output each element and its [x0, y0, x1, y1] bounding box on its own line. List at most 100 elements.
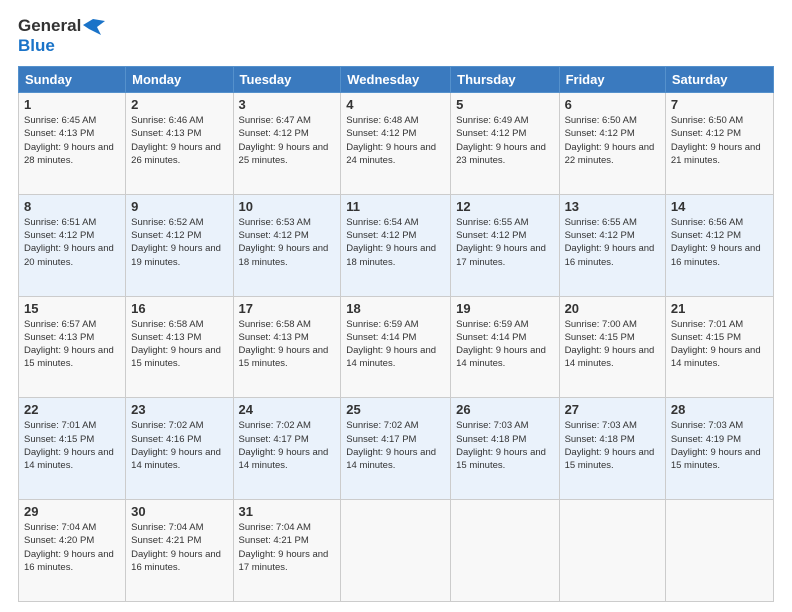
day-number: 31: [239, 504, 336, 519]
calendar-cell: 20 Sunrise: 7:00 AMSunset: 4:15 PMDayligh…: [559, 296, 665, 398]
cell-info: Sunrise: 6:57 AMSunset: 4:13 PMDaylight:…: [24, 318, 120, 371]
calendar-cell: 27 Sunrise: 7:03 AMSunset: 4:18 PMDayligh…: [559, 398, 665, 500]
week-row-4: 22Sunrise: 7:01 AMSunset: 4:15 PMDayligh…: [19, 398, 774, 500]
day-number: 9: [131, 199, 227, 214]
day-number: 11: [346, 199, 445, 214]
cell-info: Sunrise: 7:03 AMSunset: 4:19 PMDaylight:…: [671, 419, 768, 472]
day-number: 6: [565, 97, 660, 112]
day-number: 8: [24, 199, 120, 214]
cell-info: Sunrise: 6:49 AMSunset: 4:12 PMDaylight:…: [456, 114, 553, 167]
cell-info: Sunrise: 7:02 AMSunset: 4:16 PMDaylight:…: [131, 419, 227, 472]
day-number: 23: [131, 402, 227, 417]
cell-info: Sunrise: 7:04 AMSunset: 4:21 PMDaylight:…: [239, 521, 336, 574]
cell-info: Sunrise: 7:03 AMSunset: 4:18 PMDaylight:…: [565, 419, 660, 472]
day-number: 19: [456, 301, 553, 316]
cell-info: Sunrise: 7:00 AMSunset: 4:15 PMDaylight:…: [565, 318, 660, 371]
calendar-cell: [451, 500, 559, 602]
cell-info: Sunrise: 6:59 AMSunset: 4:14 PMDaylight:…: [346, 318, 445, 371]
weekday-sunday: Sunday: [19, 67, 126, 93]
logo: General Blue: [18, 16, 105, 56]
calendar-cell: 8 Sunrise: 6:51 AMSunset: 4:12 PMDaylight…: [19, 194, 126, 296]
cell-info: Sunrise: 6:50 AMSunset: 4:12 PMDaylight:…: [671, 114, 768, 167]
cell-info: Sunrise: 6:59 AMSunset: 4:14 PMDaylight:…: [456, 318, 553, 371]
cell-info: Sunrise: 7:02 AMSunset: 4:17 PMDaylight:…: [239, 419, 336, 472]
cell-info: Sunrise: 6:51 AMSunset: 4:12 PMDaylight:…: [24, 216, 120, 269]
cell-info: Sunrise: 6:55 AMSunset: 4:12 PMDaylight:…: [456, 216, 553, 269]
calendar-cell: 23 Sunrise: 7:02 AMSunset: 4:16 PMDayligh…: [126, 398, 233, 500]
day-number: 24: [239, 402, 336, 417]
day-number: 4: [346, 97, 445, 112]
cell-info: Sunrise: 6:47 AMSunset: 4:12 PMDaylight:…: [239, 114, 336, 167]
day-number: 15: [24, 301, 120, 316]
calendar-cell: 15 Sunrise: 6:57 AMSunset: 4:13 PMDayligh…: [19, 296, 126, 398]
week-row-1: 1 Sunrise: 6:45 AMSunset: 4:13 PMDaylight…: [19, 93, 774, 195]
day-number: 20: [565, 301, 660, 316]
calendar-cell: 11 Sunrise: 6:54 AMSunset: 4:12 PMDayligh…: [341, 194, 451, 296]
week-row-3: 15 Sunrise: 6:57 AMSunset: 4:13 PMDayligh…: [19, 296, 774, 398]
cell-info: Sunrise: 6:56 AMSunset: 4:12 PMDaylight:…: [671, 216, 768, 269]
cell-info: Sunrise: 6:45 AMSunset: 4:13 PMDaylight:…: [24, 114, 120, 167]
weekday-tuesday: Tuesday: [233, 67, 341, 93]
calendar-cell: 25 Sunrise: 7:02 AMSunset: 4:17 PMDayligh…: [341, 398, 451, 500]
calendar-cell: 7Sunrise: 6:50 AMSunset: 4:12 PMDaylight…: [665, 93, 773, 195]
day-number: 27: [565, 402, 660, 417]
calendar-cell: 19 Sunrise: 6:59 AMSunset: 4:14 PMDayligh…: [451, 296, 559, 398]
calendar-table: SundayMondayTuesdayWednesdayThursdayFrid…: [18, 66, 774, 602]
day-number: 1: [24, 97, 120, 112]
weekday-friday: Friday: [559, 67, 665, 93]
weekday-header-row: SundayMondayTuesdayWednesdayThursdayFrid…: [19, 67, 774, 93]
cell-info: Sunrise: 7:04 AMSunset: 4:21 PMDaylight:…: [131, 521, 227, 574]
calendar-cell: 31 Sunrise: 7:04 AMSunset: 4:21 PMDayligh…: [233, 500, 341, 602]
calendar-cell: 26 Sunrise: 7:03 AMSunset: 4:18 PMDayligh…: [451, 398, 559, 500]
calendar-cell: 1 Sunrise: 6:45 AMSunset: 4:13 PMDaylight…: [19, 93, 126, 195]
calendar-cell: 3 Sunrise: 6:47 AMSunset: 4:12 PMDaylight…: [233, 93, 341, 195]
day-number: 3: [239, 97, 336, 112]
calendar-cell: 21Sunrise: 7:01 AMSunset: 4:15 PMDayligh…: [665, 296, 773, 398]
day-number: 13: [565, 199, 660, 214]
day-number: 29: [24, 504, 120, 519]
calendar-cell: [665, 500, 773, 602]
day-number: 22: [24, 402, 120, 417]
day-number: 21: [671, 301, 768, 316]
day-number: 5: [456, 97, 553, 112]
calendar-cell: 22Sunrise: 7:01 AMSunset: 4:15 PMDayligh…: [19, 398, 126, 500]
calendar-cell: 13 Sunrise: 6:55 AMSunset: 4:12 PMDayligh…: [559, 194, 665, 296]
day-number: 2: [131, 97, 227, 112]
cell-info: Sunrise: 6:58 AMSunset: 4:13 PMDaylight:…: [239, 318, 336, 371]
day-number: 10: [239, 199, 336, 214]
day-number: 17: [239, 301, 336, 316]
logo-bird-icon: [83, 17, 105, 35]
calendar-cell: 12 Sunrise: 6:55 AMSunset: 4:12 PMDayligh…: [451, 194, 559, 296]
header: General Blue: [18, 16, 774, 56]
calendar-cell: 30 Sunrise: 7:04 AMSunset: 4:21 PMDayligh…: [126, 500, 233, 602]
cell-info: Sunrise: 6:55 AMSunset: 4:12 PMDaylight:…: [565, 216, 660, 269]
day-number: 25: [346, 402, 445, 417]
calendar-cell: 2 Sunrise: 6:46 AMSunset: 4:13 PMDaylight…: [126, 93, 233, 195]
week-row-2: 8 Sunrise: 6:51 AMSunset: 4:12 PMDaylight…: [19, 194, 774, 296]
calendar-cell: 28 Sunrise: 7:03 AMSunset: 4:19 PMDayligh…: [665, 398, 773, 500]
calendar-cell: 10Sunrise: 6:53 AMSunset: 4:12 PMDayligh…: [233, 194, 341, 296]
day-number: 26: [456, 402, 553, 417]
day-number: 28: [671, 402, 768, 417]
calendar-cell: [559, 500, 665, 602]
calendar-cell: 4Sunrise: 6:48 AMSunset: 4:12 PMDaylight…: [341, 93, 451, 195]
calendar-cell: 18 Sunrise: 6:59 AMSunset: 4:14 PMDayligh…: [341, 296, 451, 398]
cell-info: Sunrise: 6:46 AMSunset: 4:13 PMDaylight:…: [131, 114, 227, 167]
day-number: 16: [131, 301, 227, 316]
page: General Blue SundayMondayTuesdayWednesda…: [0, 0, 792, 612]
cell-info: Sunrise: 7:04 AMSunset: 4:20 PMDaylight:…: [24, 521, 120, 574]
cell-info: Sunrise: 6:54 AMSunset: 4:12 PMDaylight:…: [346, 216, 445, 269]
day-number: 30: [131, 504, 227, 519]
day-number: 18: [346, 301, 445, 316]
week-row-5: 29 Sunrise: 7:04 AMSunset: 4:20 PMDayligh…: [19, 500, 774, 602]
weekday-saturday: Saturday: [665, 67, 773, 93]
calendar-cell: 14Sunrise: 6:56 AMSunset: 4:12 PMDayligh…: [665, 194, 773, 296]
weekday-thursday: Thursday: [451, 67, 559, 93]
cell-info: Sunrise: 6:50 AMSunset: 4:12 PMDaylight:…: [565, 114, 660, 167]
logo-blue: Blue: [18, 36, 55, 56]
cell-info: Sunrise: 7:03 AMSunset: 4:18 PMDaylight:…: [456, 419, 553, 472]
weekday-monday: Monday: [126, 67, 233, 93]
calendar-cell: 29 Sunrise: 7:04 AMSunset: 4:20 PMDayligh…: [19, 500, 126, 602]
cell-info: Sunrise: 7:02 AMSunset: 4:17 PMDaylight:…: [346, 419, 445, 472]
day-number: 12: [456, 199, 553, 214]
